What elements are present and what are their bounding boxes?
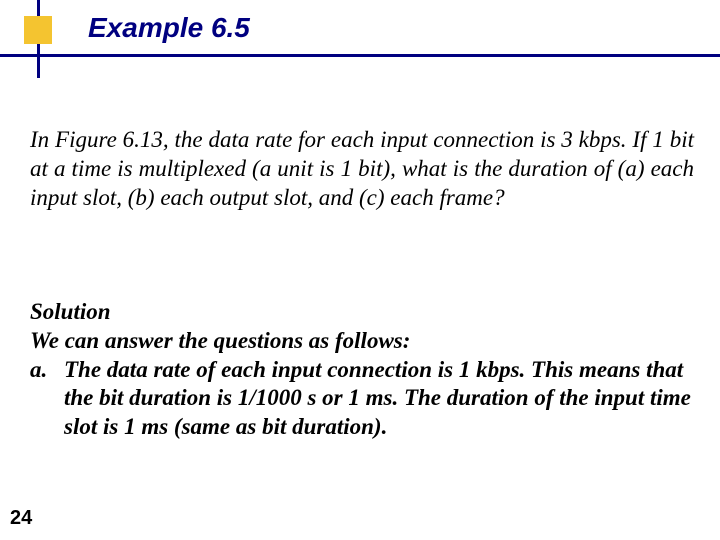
- page-number: 24: [10, 507, 32, 530]
- slide-title: Example 6.5: [88, 12, 250, 44]
- solution-item-text: The data rate of each input connection i…: [64, 356, 694, 442]
- solution-heading: Solution: [30, 298, 694, 327]
- slide-header: Example 6.5: [0, 0, 720, 78]
- solution-intro: We can answer the questions as follows:: [30, 327, 694, 356]
- solution-item-marker: a.: [30, 356, 64, 442]
- header-bullet-icon: [24, 16, 52, 44]
- solution-item: a. The data rate of each input connectio…: [30, 356, 694, 442]
- question-text: In Figure 6.13, the data rate for each i…: [30, 126, 694, 212]
- header-horizontal-line: [0, 54, 720, 57]
- solution-block: Solution We can answer the questions as …: [30, 298, 694, 442]
